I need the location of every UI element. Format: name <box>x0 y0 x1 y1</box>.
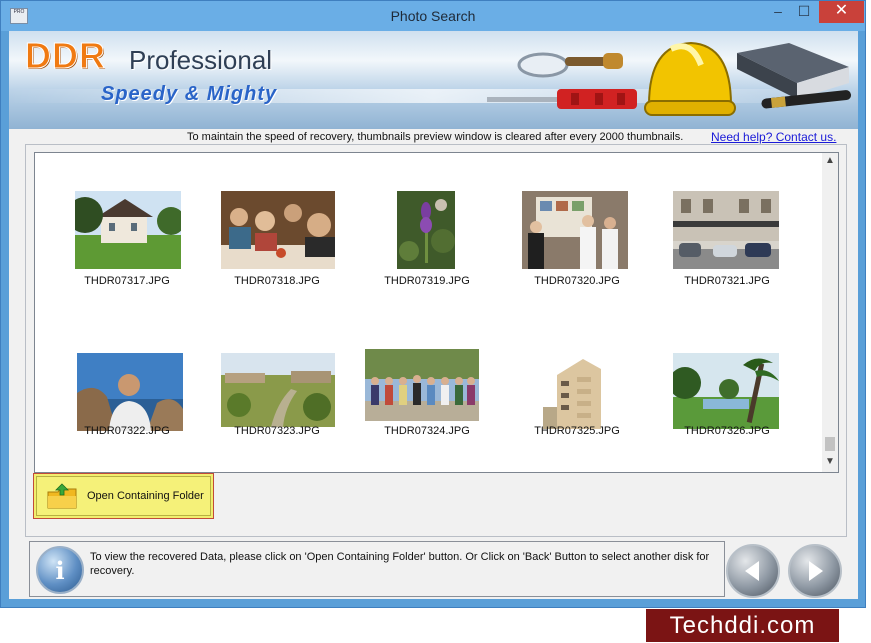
maximize-button[interactable]: ☐ <box>791 1 817 23</box>
photo-purple-flower[interactable] <box>397 191 455 269</box>
brand-logo: DDR <box>25 35 106 77</box>
next-button[interactable] <box>788 544 842 598</box>
thumbnail-filename: THDR07319.JPG <box>384 275 470 287</box>
close-button[interactable]: ✕ <box>819 1 864 23</box>
help-contact-link[interactable]: Need help? Contact us. <box>711 130 836 144</box>
book-pen-icon <box>737 43 852 109</box>
status-message: To view the recovered Data, please click… <box>90 551 710 577</box>
thumbnail-filename: THDR07323.JPG <box>234 425 320 437</box>
thumbnail-filename: THDR07324.JPG <box>384 425 470 437</box>
thumbnail-grid[interactable]: THDR07317.JPG THDR07318.JPG THDR07319.JP… <box>34 152 824 473</box>
thumbnail-filename: THDR07325.JPG <box>534 425 620 437</box>
scroll-down-arrow-icon[interactable]: ▼ <box>822 456 838 470</box>
screwdriver-icon <box>487 89 637 109</box>
window-title: Photo Search <box>390 8 476 24</box>
photo-apartment-tower[interactable] <box>537 353 619 429</box>
photo-dinner-party[interactable] <box>221 191 335 269</box>
info-bar: To maintain the speed of recovery, thumb… <box>9 129 858 145</box>
info-icon: i <box>55 556 65 585</box>
arrow-right-icon <box>809 561 823 581</box>
hardhat-icon <box>644 41 736 116</box>
scroll-up-arrow-icon[interactable]: ▲ <box>822 155 838 169</box>
thumbnail-limit-message: To maintain the speed of recovery, thumb… <box>187 131 684 143</box>
header-banner: DDR Professional Speedy & Mighty <box>9 31 858 129</box>
thumbnail-filename: THDR07326.JPG <box>684 425 770 437</box>
minimize-button[interactable]: – <box>765 1 791 23</box>
thumbnail-filename: THDR07321.JPG <box>684 275 770 287</box>
status-panel: i To view the recovered Data, please cli… <box>25 541 845 598</box>
magnifier-icon <box>517 52 623 78</box>
photo-palm-lake[interactable] <box>673 353 779 429</box>
thumbnail-filename: THDR07322.JPG <box>84 425 170 437</box>
tagline: Speedy & Mighty <box>101 83 278 105</box>
status-message-box: i To view the recovered Data, please cli… <box>29 541 725 597</box>
info-button[interactable]: i <box>36 546 84 594</box>
client-area: DDR Professional Speedy & Mighty To main… <box>9 31 858 599</box>
photo-house-lawn[interactable] <box>75 191 181 269</box>
thumbnail-filename: THDR07317.JPG <box>84 275 170 287</box>
photo-group-outdoor[interactable] <box>365 349 479 421</box>
photo-river-valley[interactable] <box>221 353 335 427</box>
scrollbar-thumb[interactable] <box>825 437 835 451</box>
title-bar[interactable]: PRO Photo Search – ☐ ✕ <box>1 1 865 31</box>
open-containing-folder-button[interactable]: Open Containing Folder <box>33 473 214 519</box>
photo-man-sea[interactable] <box>77 353 183 431</box>
thumbnail-filename: THDR07320.JPG <box>534 275 620 287</box>
thumbnail-filename: THDR07318.JPG <box>234 275 320 287</box>
vertical-scrollbar[interactable]: ▲ ▼ <box>822 152 839 473</box>
product-name: Professional <box>129 45 273 75</box>
photo-street-building[interactable] <box>673 191 779 269</box>
app-window: PRO Photo Search – ☐ ✕ DDR Professional … <box>0 0 866 608</box>
arrow-left-icon <box>745 561 759 581</box>
watermark-badge: Techddi.com <box>646 609 839 642</box>
open-folder-button-face: Open Containing Folder <box>36 476 211 516</box>
open-folder-label: Open Containing Folder <box>87 490 204 502</box>
back-button[interactable] <box>726 544 780 598</box>
folder-icon <box>47 483 77 509</box>
photo-group-board[interactable] <box>522 191 628 269</box>
